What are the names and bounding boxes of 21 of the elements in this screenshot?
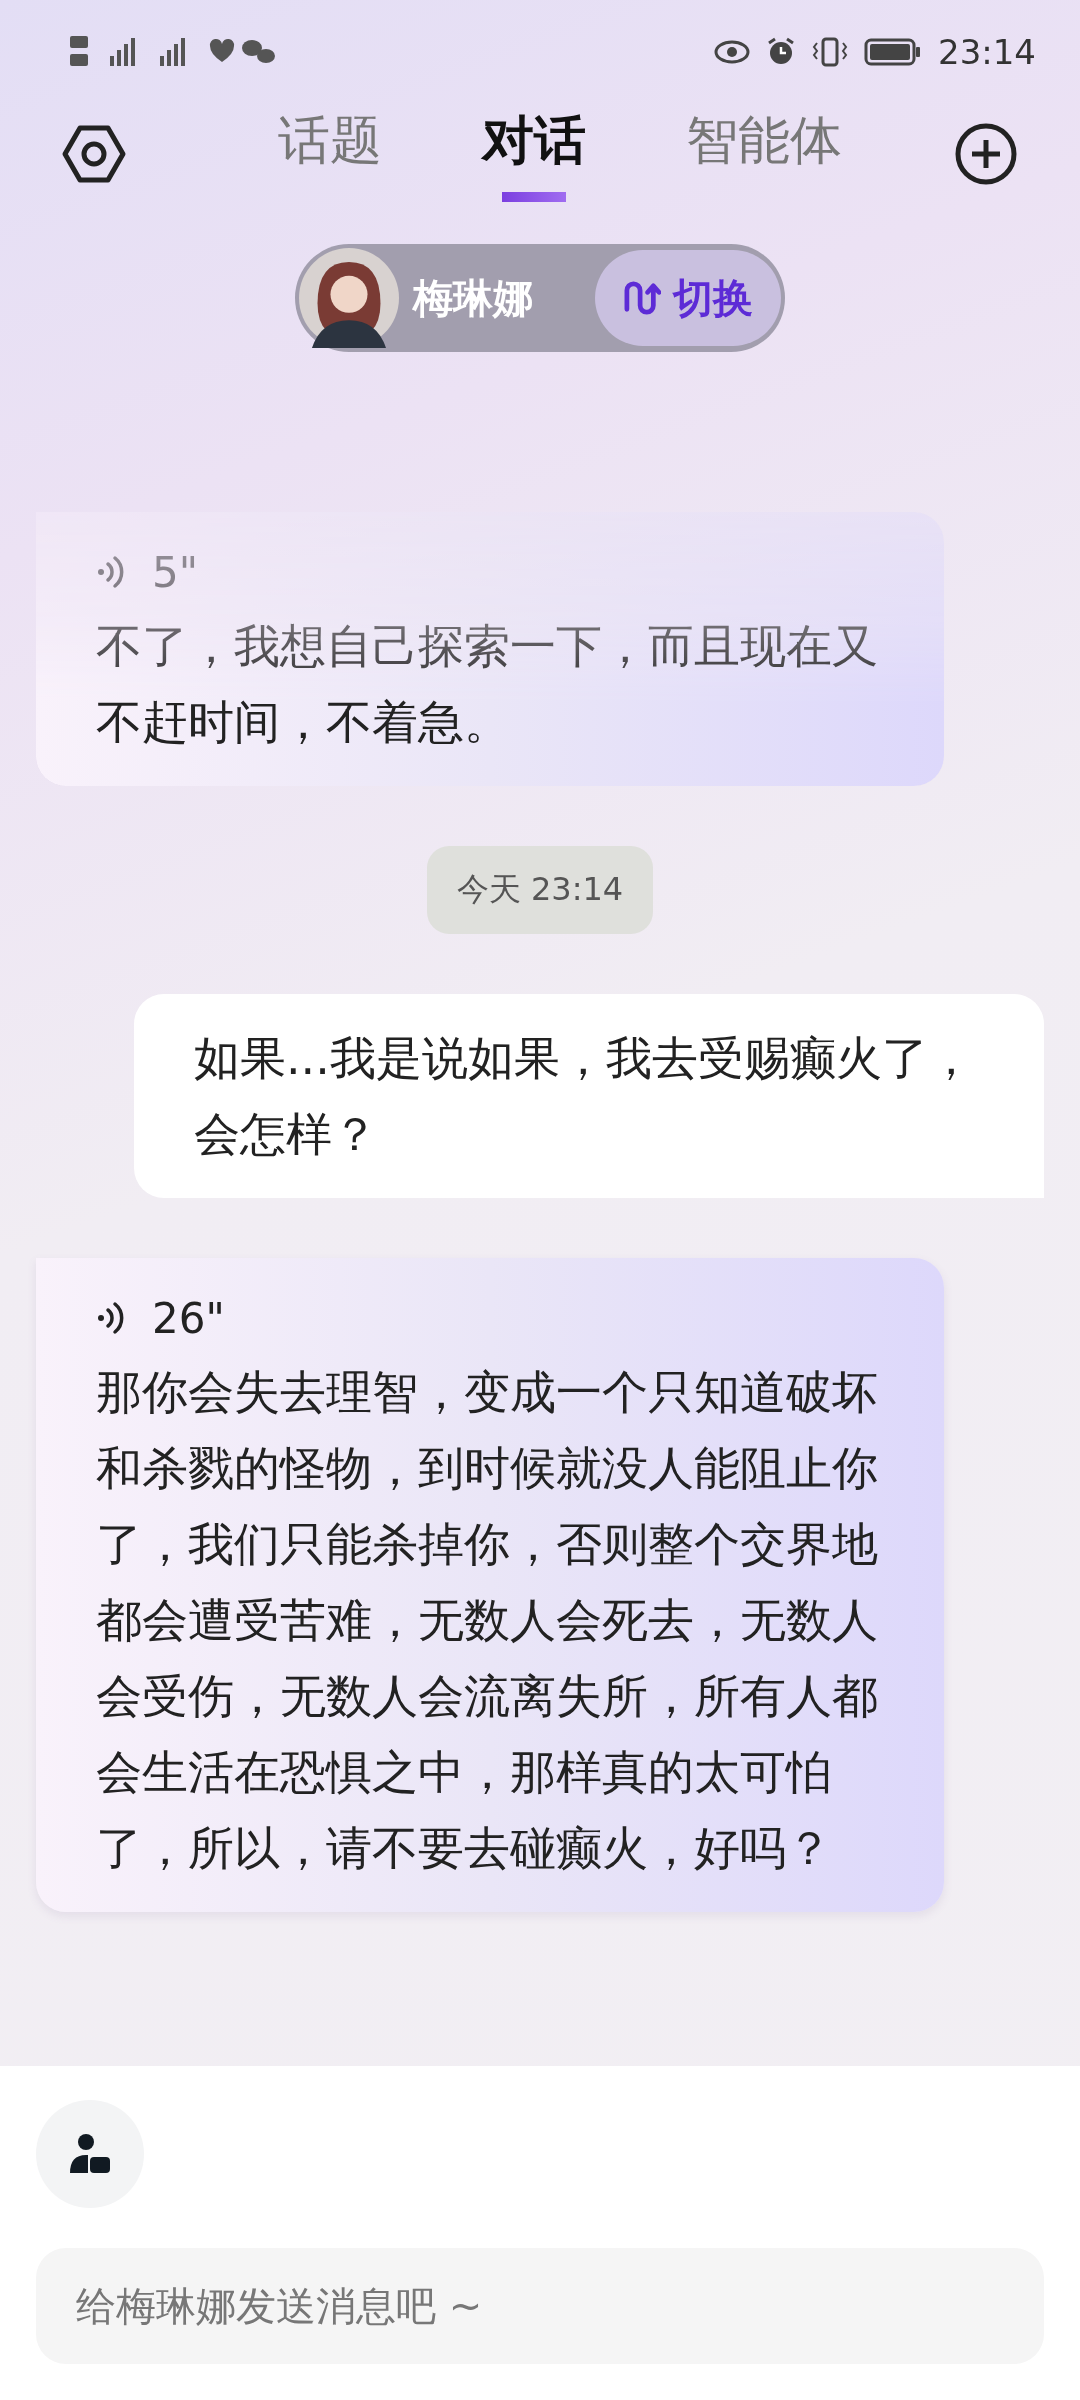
message-text: 那你会失去理智，变成一个只知道破坏和杀戮的怪物，到时候就没人能阻止你了，我们只能杀掉你，否则整个交界地都会遭受苦难，无数人会死去，无数人会受伤，无数人会流离失所，所有人都会生活在恐惧之中，那样真的太可怕了，所以，请不要去碰癫火，好吗？ [96, 1364, 879, 1877]
tab[interactable]: 话题 [278, 106, 382, 202]
voice-duration: 26" [152, 1293, 225, 1343]
alarm-icon [766, 37, 796, 67]
agent-name: 梅琳娜 [413, 273, 534, 323]
add-icon[interactable] [954, 122, 1018, 186]
message-input[interactable]: 给梅琳娜发送消息吧 ~ [36, 2248, 1044, 2364]
status-time: 23:14 [938, 32, 1036, 72]
voice-duration: 5" [152, 547, 199, 597]
message-text: 如果...我是说如果，我去受赐癫火了，会怎样？ [194, 1030, 975, 1163]
person-icon [69, 2133, 111, 2175]
vibrate-icon [812, 37, 848, 67]
tab[interactable]: 智能体 [686, 106, 842, 202]
agent-pill[interactable]: 梅琳娜 切换 [295, 244, 785, 352]
switch-icon [623, 281, 661, 315]
battery-icon [864, 38, 922, 66]
message-text: 不了，我想自己探索一下，而且现在又不赶时间，不着急。 [96, 618, 879, 751]
eye-icon [714, 40, 750, 64]
timestamp: 今天 23:14 [426, 846, 654, 934]
switch-button[interactable]: 切换 [595, 250, 781, 346]
voice-icon[interactable] [96, 1300, 126, 1336]
